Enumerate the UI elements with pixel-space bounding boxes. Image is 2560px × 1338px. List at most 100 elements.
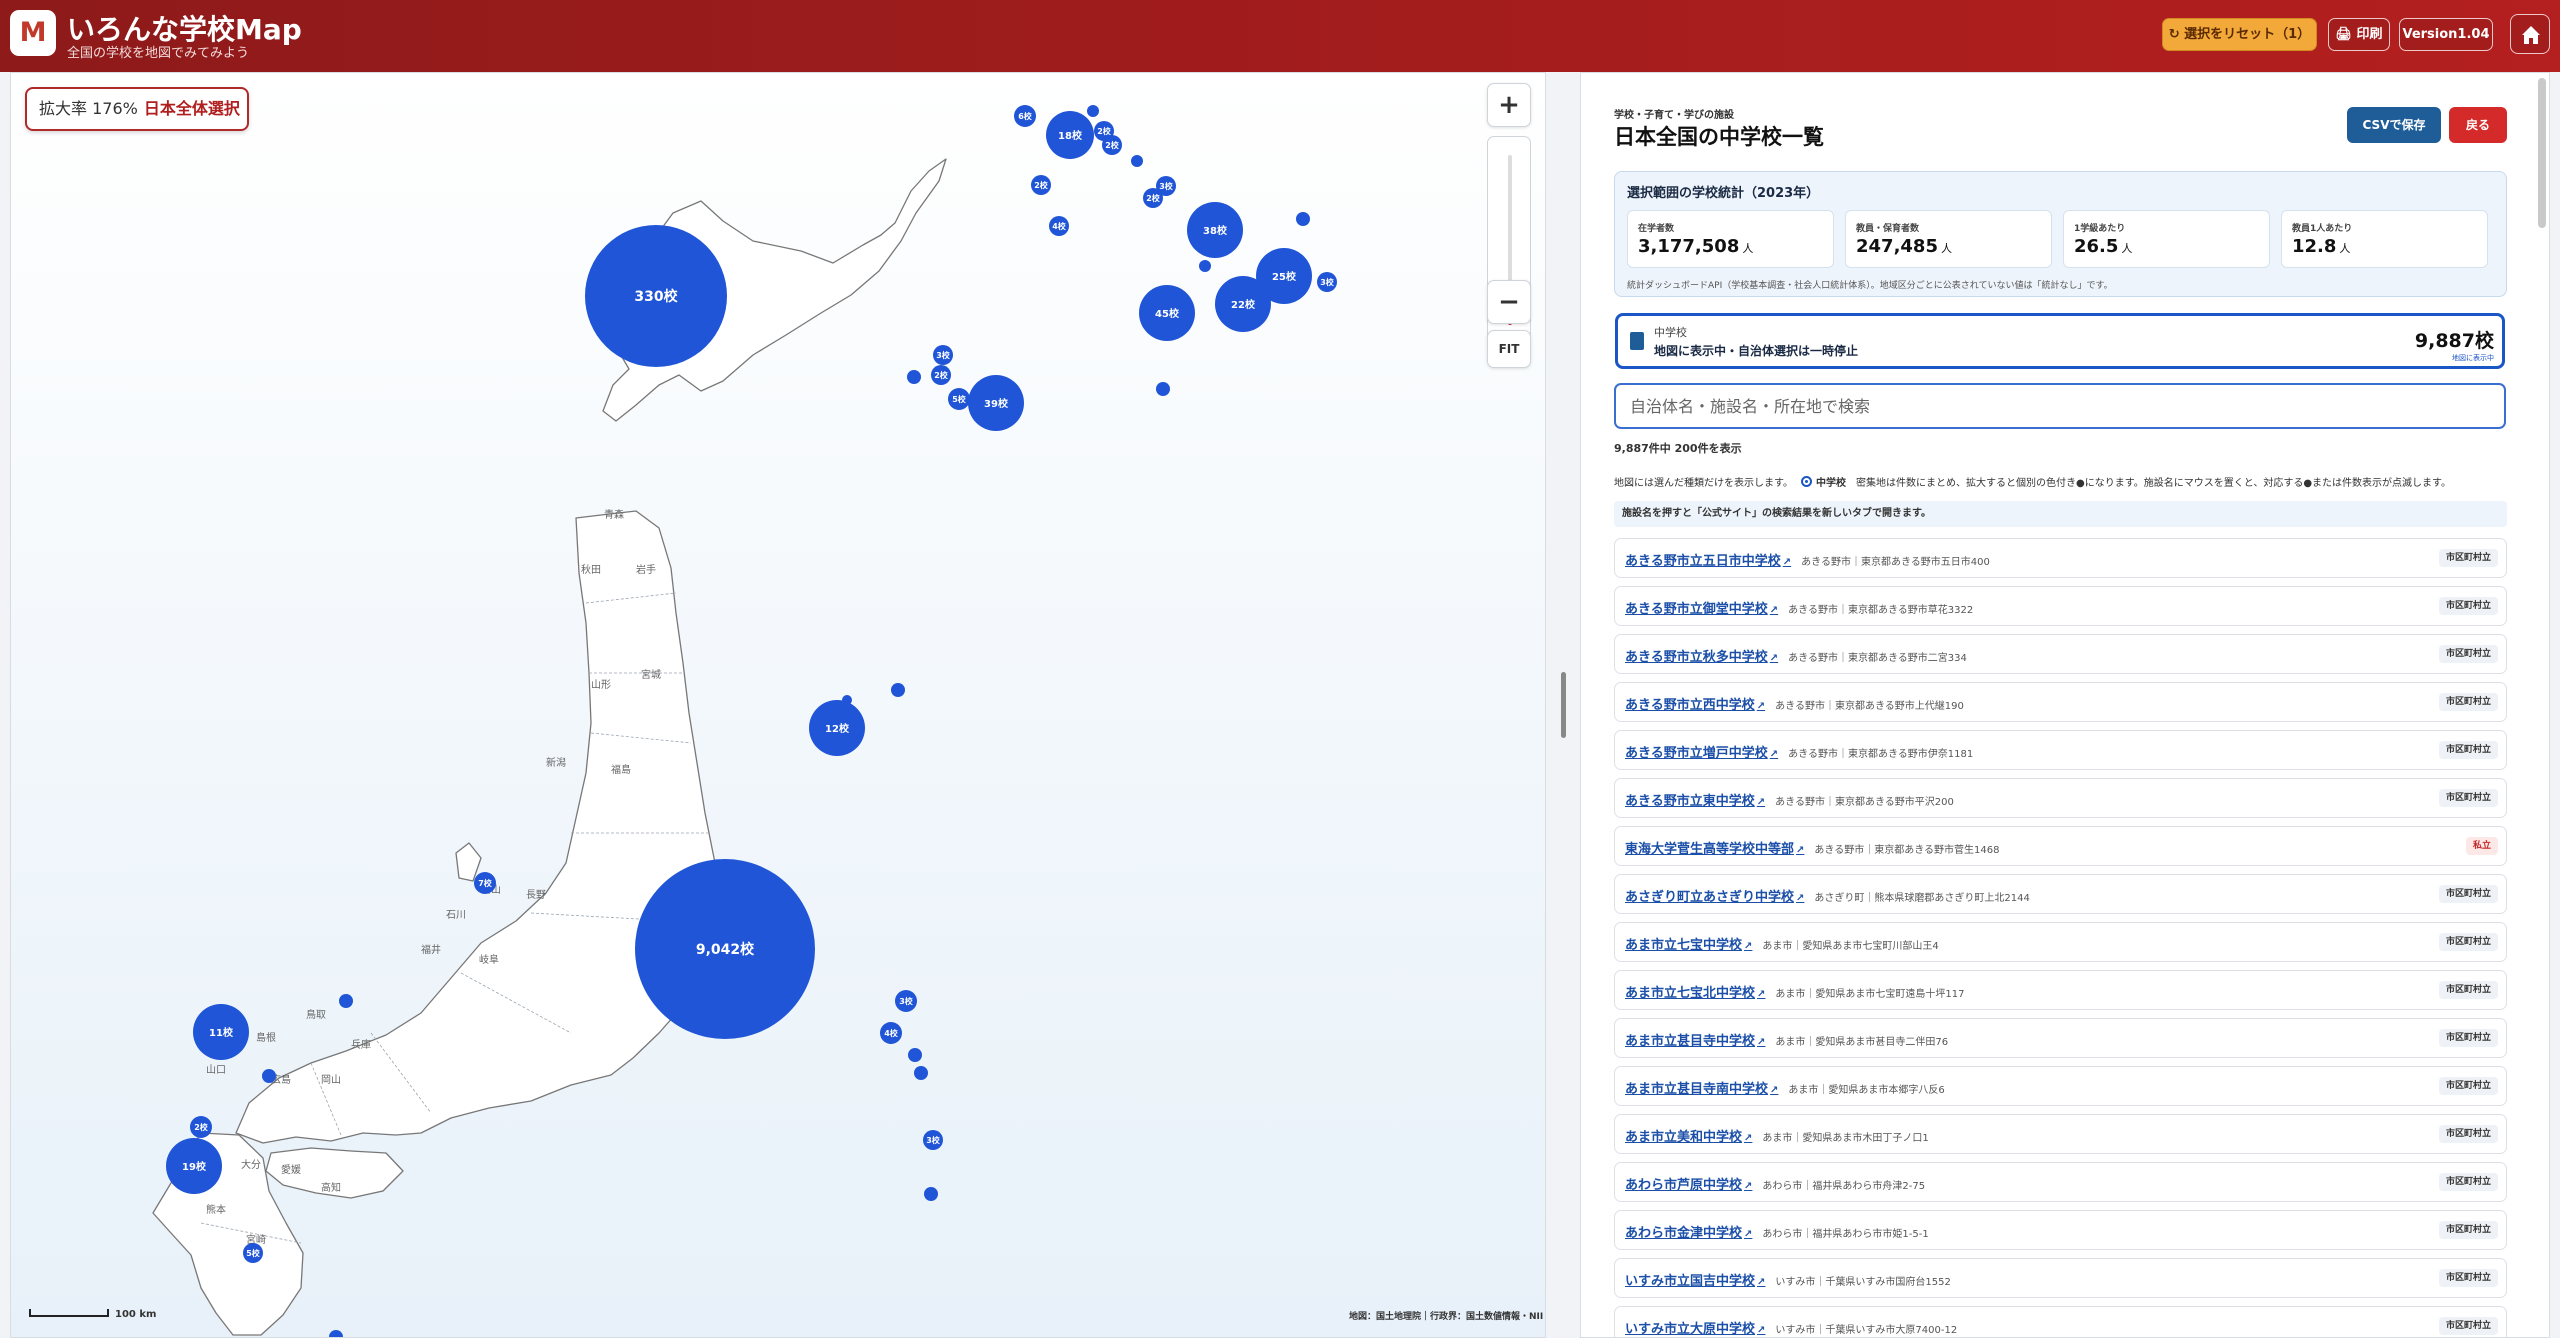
cluster-bubble[interactable]: 3校 [895, 990, 917, 1012]
school-name-link[interactable]: あま市立甚目寺南中学校 ↗ あま市｜愛知県あま市本郷字八反6 [1625, 1078, 1945, 1097]
list-item[interactable]: あま市立七宝北中学校 ↗ あま市｜愛知県あま市七宝町遠島十坪117 市区町村立 [1614, 970, 2507, 1010]
japan-map[interactable]: 青森 秋田 岩手 山形 宮城 新潟 福島 長野 石川 富山 福井 岐阜 山口 鳥… [11, 73, 1546, 1338]
cluster-bubble[interactable]: 4校 [1049, 216, 1069, 236]
cluster-bubble[interactable]: 45校 [1139, 285, 1195, 341]
school-address: あわら市｜福井県あわら市市姫1-5-1 [1762, 1229, 1929, 1240]
list-item[interactable]: あきる野市立秋多中学校 ↗ あきる野市｜東京都あきる野市二宮334 市区町村立 [1614, 634, 2507, 674]
cluster-bubble[interactable]: 3校 [1156, 176, 1176, 196]
cluster-bubble[interactable]: 18校 [1046, 111, 1094, 159]
zoom-out-button[interactable]: − [1487, 280, 1531, 324]
school-name-link[interactable]: あさぎり町立あさぎり中学校 ↗ あさぎり町｜熊本県球磨郡あさぎり町上北2144 [1625, 886, 2030, 905]
school-name-link[interactable]: あきる野市立五日市中学校 ↗ あきる野市｜東京都あきる野市五日市400 [1625, 550, 1990, 569]
svg-text:19校: 19校 [182, 1160, 207, 1173]
cluster-bubble[interactable]: 7校 [474, 872, 496, 894]
list-item[interactable]: あま市立七宝中学校 ↗ あま市｜愛知県あま市七宝町川部山王4 市区町村立 [1614, 922, 2507, 962]
list-item[interactable]: あさぎり町立あさぎり中学校 ↗ あさぎり町｜熊本県球磨郡あさぎり町上北2144 市区町… [1614, 874, 2507, 914]
pref-label: 宮城 [641, 668, 661, 681]
cluster-bubble[interactable]: 2校 [1031, 175, 1051, 195]
cluster-bubble[interactable]: 12校 [809, 700, 865, 756]
home-button[interactable] [2510, 14, 2550, 54]
cluster-bubble[interactable]: 22校 [1215, 276, 1271, 332]
cluster-bubble[interactable]: 3校 [933, 345, 953, 365]
school-type-badge: 市区町村立 [2438, 789, 2498, 807]
cluster-bubble[interactable]: 3校 [923, 1130, 943, 1150]
stats-box: 選択範囲の学校統計（2023年） 在学者数 3,177,508 人 教員・保育者数… [1614, 171, 2507, 297]
list-item[interactable]: あきる野市立東中学校 ↗ あきる野市｜東京都あきる野市平沢200 市区町村立 [1614, 778, 2507, 818]
scale-bar [29, 1309, 109, 1317]
school-type-card[interactable]: 中学校 地図に表示中・自治体選択は一時停止 9,887校 地図に表示中 [1615, 313, 2505, 369]
fit-button[interactable]: FIT [1487, 330, 1531, 368]
zoom-level-badge: 拡大率 176% 日本全体選択 [25, 87, 249, 131]
school-type-badge: 市区町村立 [2438, 549, 2498, 567]
school-name-link[interactable]: あきる野市立増戸中学校 ↗ あきる野市｜東京都あきる野市伊奈1181 [1625, 742, 1973, 761]
svg-text:2校: 2校 [1034, 180, 1049, 190]
school-name-link[interactable]: あきる野市立東中学校 ↗ あきる野市｜東京都あきる野市平沢200 [1625, 790, 1954, 809]
cluster-bubble[interactable]: 4校 [880, 1022, 902, 1044]
radio-label[interactable]: 中学校 [1816, 478, 1846, 489]
panel-resize-handle[interactable] [1561, 672, 1566, 738]
cluster-bubble[interactable]: 38校 [1187, 202, 1243, 258]
cluster-bubble[interactable]: 5校 [243, 1243, 263, 1263]
csv-save-button[interactable]: CSVで保存 [2347, 107, 2441, 143]
print-button[interactable]: 🖨 印刷 [2328, 18, 2390, 51]
version-button[interactable]: Version1.04 [2399, 18, 2493, 51]
list-item[interactable]: あま市立甚目寺南中学校 ↗ あま市｜愛知県あま市本郷字八反6 市区町村立 [1614, 1066, 2507, 1106]
list-item[interactable]: あわら市芦原中学校 ↗ あわら市｜福井県あわら市舟津2-75 市区町村立 [1614, 1162, 2507, 1202]
cluster-bubble[interactable]: 2校 [931, 365, 951, 385]
school-address: あま市｜愛知県あま市七宝町遠島十坪117 [1775, 989, 1965, 1000]
school-name-link[interactable]: あきる野市立西中学校 ↗ あきる野市｜東京都あきる野市上代継190 [1625, 694, 1964, 713]
stat-card-per-class: 1学級あたり 26.5 人 [2063, 210, 2270, 268]
svg-text:3校: 3校 [936, 350, 951, 360]
list-item[interactable]: あま市立美和中学校 ↗ あま市｜愛知県あま市木田丁子ノ口1 市区町村立 [1614, 1114, 2507, 1154]
list-item[interactable]: あま市立甚目寺中学校 ↗ あま市｜愛知県あま市甚目寺二伴田76 市区町村立 [1614, 1018, 2507, 1058]
cluster-bubble[interactable]: 6校 [1014, 105, 1036, 127]
cluster-bubble[interactable]: 39校 [968, 375, 1024, 431]
school-name-link[interactable]: あま市立七宝北中学校 ↗ あま市｜愛知県あま市七宝町遠島十坪117 [1625, 982, 1965, 1001]
list-item[interactable]: いすみ市立国吉中学校 ↗ いすみ市｜千葉県いすみ市国府台1552 市区町村立 [1614, 1258, 2507, 1298]
school-name-link[interactable]: あま市立美和中学校 ↗ あま市｜愛知県あま市木田丁子ノ口1 [1625, 1126, 1929, 1145]
school-name-link[interactable]: いすみ市立大原中学校 ↗ いすみ市｜千葉県いすみ市大原7400-12 [1625, 1318, 1957, 1337]
map-attribution: 地図：国土地理院｜行政界：国土数値情報・NII [1349, 1312, 1544, 1322]
school-name-link[interactable]: あま市立七宝中学校 ↗ あま市｜愛知県あま市七宝町川部山王4 [1625, 934, 1939, 953]
school-name-link[interactable]: あわら市芦原中学校 ↗ あわら市｜福井県あわら市舟津2-75 [1625, 1174, 1925, 1193]
app-subtitle: 全国の学校を地図でみてみよう [67, 46, 250, 61]
school-address: あきる野市｜東京都あきる野市平沢200 [1775, 797, 1954, 808]
reset-selection-button[interactable]: ↻ 選択をリセット（1） [2162, 18, 2317, 51]
search-input[interactable] [1614, 383, 2506, 429]
school-name-link[interactable]: あま市立甚目寺中学校 ↗ あま市｜愛知県あま市甚目寺二伴田76 [1625, 1030, 1948, 1049]
pref-label: 青森 [604, 508, 624, 521]
cluster-bubble[interactable]: 19校 [166, 1138, 222, 1194]
panel-scrollbar[interactable] [2538, 78, 2546, 228]
list-item[interactable]: あきる野市立五日市中学校 ↗ あきる野市｜東京都あきる野市五日市400 市区町村立 [1614, 538, 2507, 578]
list-item[interactable]: いすみ市立大原中学校 ↗ いすみ市｜千葉県いすみ市大原7400-12 市区町村立 [1614, 1306, 2507, 1337]
radio-selected-icon[interactable] [1801, 476, 1812, 487]
map-panel[interactable]: 青森 秋田 岩手 山形 宮城 新潟 福島 長野 石川 富山 福井 岐阜 山口 鳥… [10, 72, 1546, 1338]
svg-text:5校: 5校 [952, 394, 967, 404]
school-address: いすみ市｜千葉県いすみ市大原7400-12 [1775, 1325, 1958, 1336]
back-button[interactable]: 戻る [2449, 107, 2507, 143]
cluster-bubble[interactable]: 2校 [1102, 135, 1122, 155]
school-name-link[interactable]: いすみ市立国吉中学校 ↗ いすみ市｜千葉県いすみ市国府台1552 [1625, 1270, 1951, 1289]
list-item[interactable]: あわら市金津中学校 ↗ あわら市｜福井県あわら市市姫1-5-1 市区町村立 [1614, 1210, 2507, 1250]
zoom-in-button[interactable]: + [1487, 83, 1531, 127]
svg-text:2校: 2校 [1105, 140, 1120, 150]
list-item[interactable]: あきる野市立御堂中学校 ↗ あきる野市｜東京都あきる野市草花3322 市区町村立 [1614, 586, 2507, 626]
school-address: あわら市｜福井県あわら市舟津2-75 [1762, 1181, 1926, 1192]
list-item[interactable]: あきる野市立西中学校 ↗ あきる野市｜東京都あきる野市上代継190 市区町村立 [1614, 682, 2507, 722]
cluster-bubble[interactable]: 11校 [193, 1004, 249, 1060]
cluster-bubble[interactable]: 330校 [585, 225, 727, 367]
cluster-bubble[interactable]: 3校 [1317, 272, 1337, 292]
list-item[interactable]: あきる野市立増戸中学校 ↗ あきる野市｜東京都あきる野市伊奈1181 市区町村立 [1614, 730, 2507, 770]
school-name-link[interactable]: あきる野市立御堂中学校 ↗ あきる野市｜東京都あきる野市草花3322 [1625, 598, 1973, 617]
pref-label: 福井 [421, 943, 441, 956]
school-name-link[interactable]: あわら市金津中学校 ↗ あわら市｜福井県あわら市市姫1-5-1 [1625, 1222, 1929, 1241]
school-name-link[interactable]: あきる野市立秋多中学校 ↗ あきる野市｜東京都あきる野市二宮334 [1625, 646, 1967, 665]
cluster-bubble[interactable]: 5校 [948, 388, 970, 410]
cluster-bubble[interactable]: 2校 [190, 1116, 212, 1138]
school-name-link[interactable]: 東海大学菅生高等学校中等部 ↗ あきる野市｜東京都あきる野市菅生1468 [1625, 838, 1999, 857]
stat-label: 1学級あたり [2074, 224, 2126, 234]
cluster-bubble[interactable]: 9,042校 [635, 859, 815, 1039]
app-logo[interactable]: M [10, 10, 56, 56]
honshu-island [235, 510, 720, 1144]
list-item[interactable]: 東海大学菅生高等学校中等部 ↗ あきる野市｜東京都あきる野市菅生1468 私立 [1614, 826, 2507, 866]
